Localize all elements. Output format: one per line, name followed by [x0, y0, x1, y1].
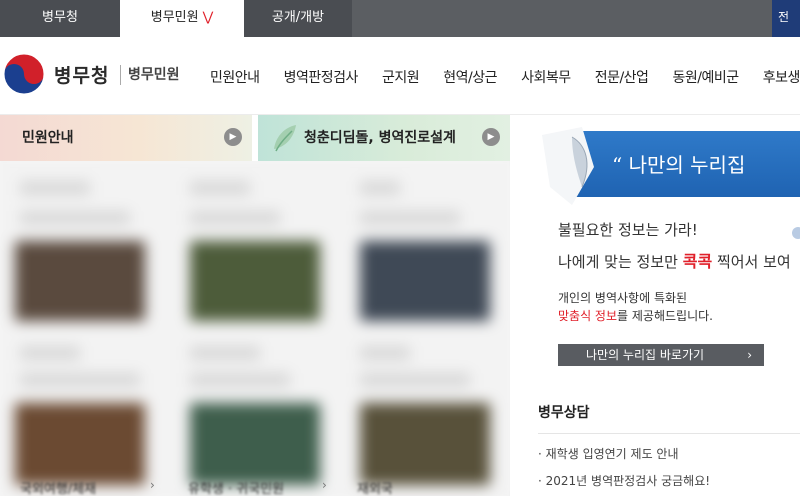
thumb-subtitle: [360, 211, 460, 225]
circle-arrow-right-icon[interactable]: ▶: [482, 128, 500, 146]
pane-header-career-design[interactable]: 청춘디딤돌, 병역진로설계 ▶: [258, 115, 510, 161]
promo-desc-2: 맞춤식 정보를 제공해드립니다.: [558, 307, 713, 324]
thumb-subtitle: [190, 373, 290, 387]
thumbnail-image[interactable]: [15, 403, 145, 485]
thumbnail-image[interactable]: [190, 403, 320, 485]
thumb-subtitle: [360, 373, 470, 387]
caption-overseas-koreans[interactable]: 재외국: [357, 478, 393, 496]
chevron-right-icon: ›: [322, 478, 327, 492]
nav-item-professional[interactable]: 전문/산업: [595, 67, 649, 87]
top-corner-link[interactable]: 전: [772, 0, 800, 37]
nav-item-active-duty[interactable]: 현역/상근: [443, 67, 497, 87]
circle-arrow-right-icon[interactable]: ▶: [224, 128, 242, 146]
consultation-item[interactable]: · 2021년 병역판정검사 궁금해요!: [538, 472, 710, 489]
thumb-title: [190, 181, 250, 195]
consultation-heading: 병무상담: [538, 405, 590, 421]
tab-disclosure[interactable]: 공개/개방: [244, 0, 352, 37]
tab-mma-main[interactable]: 병무청: [0, 0, 120, 37]
tab-label: 병무민원: [150, 10, 199, 25]
promo-highlight: 맞춤식 정보: [558, 309, 618, 323]
thumbnail-image[interactable]: [360, 403, 490, 485]
caption-overseas-travel[interactable]: 국외여행/체재: [20, 478, 96, 496]
promo-subline: 나에게 맞는 정보만 콕콕 찍어서 보여: [558, 248, 791, 272]
left-content: 민원안내 ▶ 청춘디딤돌, 병역진로설계 ▶: [0, 115, 510, 496]
promo-headline: 불필요한 정보는 가라!: [558, 221, 698, 239]
pane-header-civil-guide[interactable]: 민원안내 ▶: [0, 115, 252, 161]
main-nav: 민원안내 병역판정검사 군지원 현역/상근 사회복무 전문/산업 동원/예비군 …: [210, 67, 800, 87]
blurred-thumbnail-grid: [0, 161, 510, 496]
thumbnail-image[interactable]: [360, 241, 490, 321]
thumbnail-image[interactable]: [15, 241, 145, 321]
blurred-content: [0, 161, 510, 496]
logo-subtitle[interactable]: 병무민원: [128, 64, 180, 84]
thumbnail-image[interactable]: [190, 241, 320, 321]
nav-item-reserve[interactable]: 동원/예비군: [673, 67, 740, 87]
pane-title: 청춘디딤돌, 병역진로설계: [304, 130, 456, 146]
right-sidebar: “ 나만의 누리집 불필요한 정보는 가라! 나에게 맞는 정보만 콕콕 찍어서…: [516, 115, 800, 496]
site-header: 병무청 병무민원 민원안내 병역판정검사 군지원 현역/상근 사회복무 전문/산…: [0, 37, 800, 115]
thumb-subtitle: [190, 211, 280, 225]
thumb-title: [20, 181, 90, 195]
my-homepage-banner[interactable]: “ 나만의 누리집: [542, 127, 800, 205]
logo-divider: [120, 65, 121, 85]
promo-text: 를 제공해드립니다.: [617, 309, 713, 323]
thumb-title: [190, 346, 260, 360]
thumbnail-captions: 국외여행/체재 › 유학생 · 귀국민원 › 재외국: [0, 478, 510, 496]
tab-label: 병무청: [42, 10, 78, 25]
leaf-icon: [274, 125, 296, 152]
consultation-item[interactable]: · 재학생 입영연기 제도 안내: [538, 445, 679, 462]
my-homepage-button[interactable]: 나만의 누리집 바로가기 ›: [558, 344, 764, 366]
divider: [538, 433, 800, 434]
paper-curl-icon: [542, 127, 594, 205]
button-label: 나만의 누리집 바로가기: [586, 348, 705, 362]
thumb-title: [20, 346, 80, 360]
top-site-bar: 병무청 병무민원 ⋁ 공개/개방 전: [0, 0, 800, 37]
promo-text: 찍어서 보여: [712, 253, 791, 271]
nav-item-candidate[interactable]: 후보생/공보: [763, 67, 800, 87]
logo-title[interactable]: 병무청: [54, 61, 109, 88]
nav-item-guide[interactable]: 민원안내: [210, 67, 260, 87]
nav-item-volunteer[interactable]: 군지원: [382, 67, 420, 87]
thumb-title: [360, 346, 410, 360]
thumb-title: [360, 181, 400, 195]
chevron-right-icon: ›: [747, 348, 752, 362]
emblem-icon[interactable]: [2, 52, 46, 96]
corner-label: 전: [778, 10, 790, 24]
nav-item-exam[interactable]: 병역판정검사: [284, 67, 359, 87]
promo-text: 나에게 맞는 정보만: [558, 253, 683, 271]
thumb-subtitle: [20, 373, 140, 387]
chevron-right-icon: ›: [150, 478, 155, 492]
promo-highlight: 콕콕: [682, 252, 713, 271]
pager-dot-icon[interactable]: [792, 227, 800, 239]
banner-title: “ 나만의 누리집: [612, 153, 746, 177]
thumb-subtitle: [20, 211, 130, 225]
tab-civil-service[interactable]: 병무민원 ⋁: [120, 0, 244, 37]
pane-title: 민원안내: [22, 130, 74, 146]
promo-desc: 개인의 병역사항에 특화된: [558, 291, 688, 305]
chevron-down-icon: ⋁: [202, 10, 214, 25]
nav-item-social-service[interactable]: 사회복무: [521, 67, 571, 87]
tab-label: 공개/개방: [271, 10, 325, 25]
caption-students-returnees[interactable]: 유학생 · 귀국민원: [188, 478, 284, 496]
